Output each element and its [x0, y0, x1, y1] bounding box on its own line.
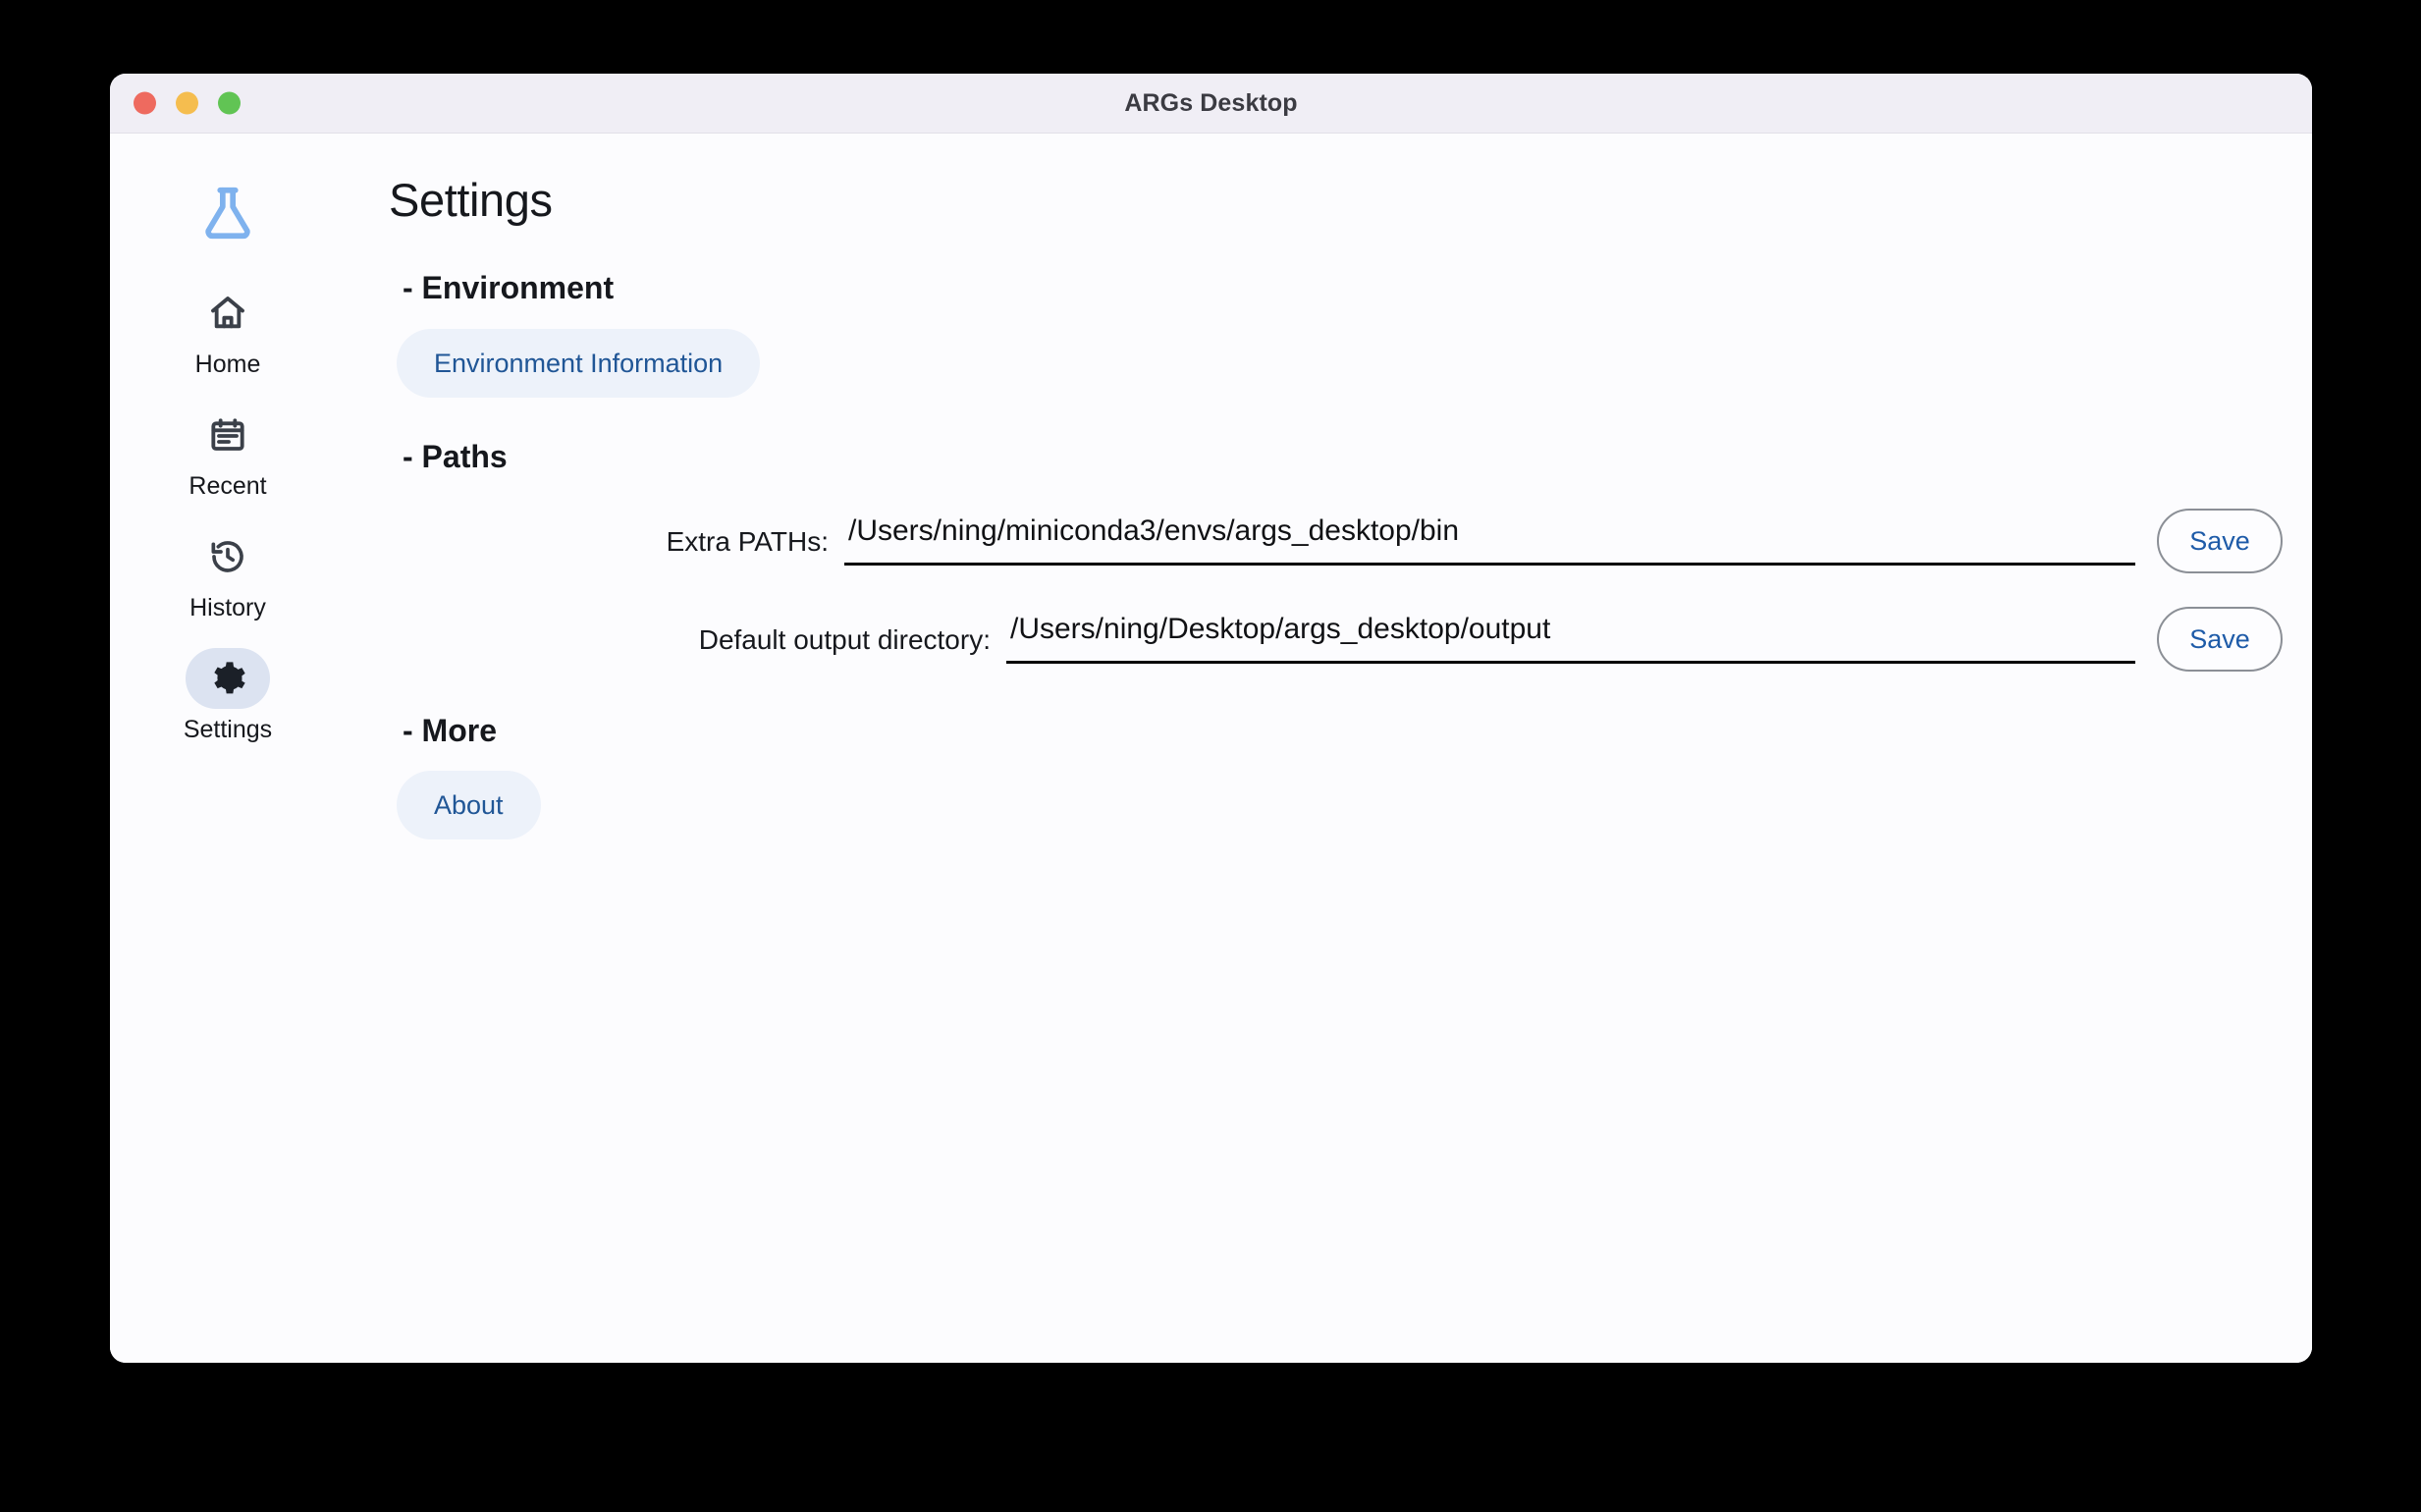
- home-nav-pill: [186, 283, 270, 344]
- sidebar-item-settings[interactable]: Settings: [110, 648, 346, 758]
- save-extra-paths-button[interactable]: Save: [2157, 509, 2283, 573]
- history-nav-pill: [186, 526, 270, 587]
- sidebar-item-label-settings: Settings: [183, 716, 273, 743]
- sidebar-item-home[interactable]: Home: [110, 283, 346, 393]
- sidebar-item-label-home: Home: [194, 351, 261, 378]
- title-bar: ARGs Desktop: [110, 74, 2312, 134]
- close-button[interactable]: [134, 91, 156, 115]
- extra-paths-input[interactable]: [844, 514, 2135, 566]
- sidebar-item-recent[interactable]: Recent: [110, 405, 346, 514]
- extra-paths-label: Extra PATHs:: [666, 526, 829, 557]
- window-title: ARGs Desktop: [1124, 88, 1298, 117]
- page-title: Settings: [389, 174, 553, 226]
- history-icon: [208, 537, 247, 576]
- about-button[interactable]: About: [397, 771, 541, 839]
- extra-paths-row: Extra PATHs: Save: [367, 509, 2312, 573]
- main-content: Settings - Environment Environment Infor…: [346, 134, 2312, 1363]
- calendar-icon: [208, 415, 247, 455]
- more-heading: - More: [403, 713, 497, 748]
- sidebar-item-label-recent: Recent: [188, 472, 267, 500]
- more-section: - More About: [367, 713, 2312, 839]
- paths-section: - Paths Extra PATHs: Save Default output…: [367, 439, 2312, 672]
- settings-nav-pill: [186, 648, 270, 709]
- recent-nav-pill: [186, 405, 270, 465]
- default-output-directory-input[interactable]: [1006, 613, 2135, 664]
- paths-heading: - Paths: [403, 439, 508, 474]
- environment-heading: - Environment: [403, 270, 615, 305]
- sidebar-item-label-history: History: [189, 594, 266, 621]
- sidebar: Home Recent History Settings: [110, 134, 349, 1363]
- environment-information-button[interactable]: Environment Information: [397, 329, 761, 398]
- flask-icon: [197, 183, 258, 243]
- window-body: Home Recent History Settings Settings - …: [110, 134, 2312, 1363]
- gear-icon: [208, 659, 247, 698]
- extra-paths-input-wrap: [844, 514, 2135, 566]
- home-icon: [208, 294, 247, 333]
- app-window: ARGs Desktop Home Recent History Setting…: [110, 74, 2312, 1363]
- default-output-directory-label: Default output directory:: [698, 624, 991, 655]
- save-default-output-directory-button[interactable]: Save: [2157, 607, 2283, 672]
- environment-section: - Environment Environment Information: [367, 270, 2312, 398]
- default-output-directory-row: Default output directory: Save: [367, 607, 2312, 672]
- default-output-directory-input-wrap: [1006, 613, 2135, 664]
- app-logo: [110, 155, 346, 271]
- window-controls: [134, 91, 241, 115]
- maximize-button[interactable]: [218, 91, 241, 115]
- minimize-button[interactable]: [176, 91, 198, 115]
- sidebar-item-history[interactable]: History: [110, 526, 346, 636]
